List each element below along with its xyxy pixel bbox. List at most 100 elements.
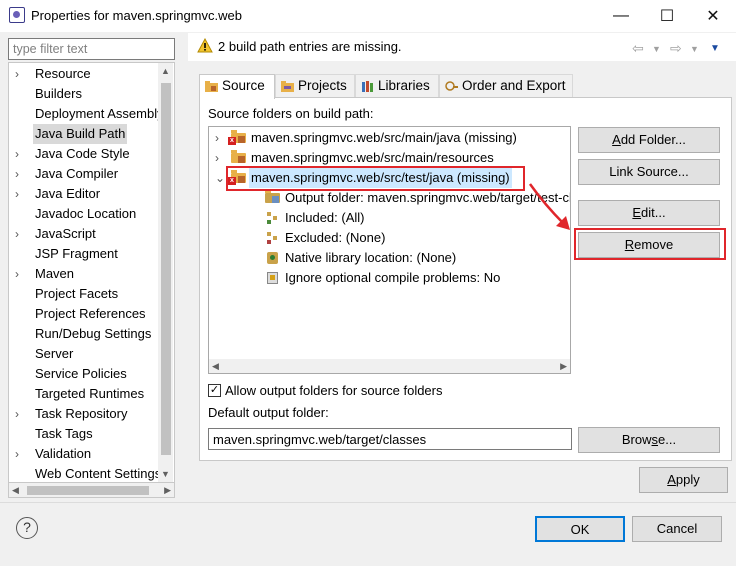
- help-button[interactable]: ?: [16, 517, 38, 539]
- close-button[interactable]: ✕: [690, 0, 736, 32]
- chevron-right-icon[interactable]: ›: [15, 64, 19, 84]
- nav-item[interactable]: › Task Repository: [9, 404, 159, 424]
- filter-input[interactable]: [8, 38, 175, 60]
- chevron-right-icon[interactable]: ›: [215, 128, 227, 148]
- nav-item[interactable]: Java Build Path: [9, 124, 159, 144]
- scroll-right-icon[interactable]: ▶: [164, 485, 171, 496]
- nav-item[interactable]: Deployment Assembly: [9, 104, 164, 124]
- chevron-right-icon[interactable]: ›: [15, 224, 19, 244]
- eclipse-app-icon: [9, 7, 25, 23]
- allow-output-checkbox[interactable]: ✓: [208, 384, 221, 397]
- chevron-right-icon[interactable]: ›: [15, 404, 19, 424]
- nav-item[interactable]: Task Tags: [9, 424, 159, 444]
- tree-horizontal-scrollbar[interactable]: ◀ ▶: [209, 359, 570, 373]
- mnemonic: E: [632, 205, 642, 220]
- source-folder-icon: [205, 81, 218, 92]
- nav-item-label: Validation: [35, 446, 92, 461]
- forward-arrow-icon[interactable]: ⇨: [670, 40, 682, 57]
- browse-button[interactable]: Browse...: [578, 427, 720, 453]
- edit-button[interactable]: Edit...: [578, 200, 720, 226]
- add-folder-button[interactable]: Add Folder...: [578, 127, 720, 153]
- back-arrow-icon[interactable]: ⇦: [632, 40, 644, 57]
- nav-item[interactable]: Project References: [9, 304, 159, 324]
- source-folder-row[interactable]: › maven.springmvc.web/src/main/resources: [209, 148, 570, 168]
- source-folder-attribute[interactable]: Included: (All): [209, 208, 570, 228]
- nav-item[interactable]: Run/Debug Settings: [9, 324, 159, 344]
- nav-item-label: Task Tags: [35, 426, 93, 441]
- nav-item[interactable]: Project Facets: [9, 284, 159, 304]
- nav-item-label: Targeted Runtimes: [35, 386, 145, 401]
- nav-item[interactable]: Builders: [9, 84, 159, 104]
- nav-item[interactable]: › Maven: [9, 264, 159, 284]
- properties-nav-tree[interactable]: › Resource Builders Deployment Assembly Java…: [8, 62, 175, 483]
- scroll-thumb[interactable]: [27, 486, 149, 495]
- scroll-thumb[interactable]: [161, 83, 171, 455]
- button-label: dd Folder...: [620, 132, 686, 147]
- nav-item-label: Builders: [35, 86, 82, 101]
- chevron-right-icon[interactable]: ›: [215, 148, 227, 168]
- annotation-arrow-icon: [528, 183, 570, 230]
- nav-item[interactable]: › Validation: [9, 444, 159, 464]
- ok-button[interactable]: OK: [535, 516, 625, 542]
- nav-item[interactable]: Targeted Runtimes: [9, 384, 159, 404]
- cancel-button[interactable]: Cancel: [632, 516, 722, 542]
- button-label: e...: [658, 432, 677, 447]
- scroll-left-icon[interactable]: ◀: [212, 361, 219, 372]
- default-output-field[interactable]: [208, 428, 572, 450]
- source-tab-panel: Source folders on build path: › x maven.sp…: [199, 97, 732, 461]
- maximize-button[interactable]: ☐: [644, 0, 690, 32]
- nav-item[interactable]: › Java Compiler: [9, 164, 159, 184]
- warning-icon: [197, 38, 213, 53]
- tab-source[interactable]: Source: [199, 74, 275, 99]
- minimize-button[interactable]: —: [598, 0, 644, 32]
- excluded-icon: [265, 231, 281, 245]
- link-source-button[interactable]: Link Source...: [578, 159, 720, 185]
- nav-item-label: Deployment Assembly: [35, 106, 164, 121]
- nav-item-label: JSP Fragment: [35, 246, 118, 261]
- source-folder-attribute[interactable]: Output folder: maven.springmvc.web/targe…: [209, 188, 570, 208]
- nav-item[interactable]: › Java Code Style: [9, 144, 159, 164]
- nav-item-label: Java Build Path: [33, 124, 128, 144]
- forward-menu-icon[interactable]: ▼: [690, 44, 699, 54]
- tree-row-label: Ignore optional compile problems: No: [285, 270, 501, 285]
- chevron-right-icon[interactable]: ›: [15, 264, 19, 284]
- scroll-down-icon[interactable]: ▼: [161, 469, 170, 479]
- nav-item[interactable]: › Java Editor: [9, 184, 159, 204]
- nav-item-label: Java Editor: [35, 186, 101, 201]
- button-label: dit...: [641, 205, 666, 220]
- view-menu-icon[interactable]: ▼: [710, 43, 720, 54]
- scroll-up-icon[interactable]: ▲: [161, 66, 170, 76]
- nav-item[interactable]: › Resource: [9, 64, 159, 84]
- tab-libraries[interactable]: Libraries: [355, 74, 439, 98]
- source-folder-attribute[interactable]: Excluded: (None): [209, 228, 570, 248]
- tab-projects[interactable]: Projects: [275, 74, 355, 98]
- button-label: Brow: [621, 432, 652, 447]
- ignore-problems-icon: [265, 271, 281, 285]
- chevron-right-icon[interactable]: ›: [15, 144, 19, 164]
- nav-item[interactable]: JSP Fragment: [9, 244, 159, 264]
- nav-vertical-scrollbar[interactable]: ▲ ▼: [158, 63, 173, 482]
- back-menu-icon[interactable]: ▼: [652, 44, 661, 54]
- chevron-right-icon[interactable]: ›: [15, 184, 19, 204]
- nav-item[interactable]: Web Content Settings: [9, 464, 161, 482]
- nav-item[interactable]: Server: [9, 344, 159, 364]
- nav-item[interactable]: › JavaScript: [9, 224, 159, 244]
- nav-item[interactable]: Javadoc Location: [9, 204, 159, 224]
- chevron-right-icon[interactable]: ›: [15, 444, 19, 464]
- source-folder-attribute[interactable]: Ignore optional compile problems: No: [209, 268, 570, 288]
- source-folders-tree[interactable]: › x maven.springmvc.web/src/main/java (mis…: [208, 126, 571, 374]
- apply-button[interactable]: Apply: [639, 467, 728, 493]
- scroll-right-icon[interactable]: ▶: [560, 361, 567, 372]
- source-folder-row[interactable]: › x maven.springmvc.web/src/main/java (mis…: [209, 128, 570, 148]
- highlight-remove-button: [574, 228, 726, 260]
- scroll-left-icon[interactable]: ◀: [12, 485, 19, 496]
- source-folder-attribute[interactable]: Native library location: (None): [209, 248, 570, 268]
- nav-item-label: Service Policies: [35, 366, 127, 381]
- message-bar: 2 build path entries are missing. ⇦ ▼ ⇨ …: [188, 33, 736, 61]
- chevron-right-icon[interactable]: ›: [15, 164, 19, 184]
- nav-item[interactable]: Service Policies: [9, 364, 159, 384]
- tab-order-export[interactable]: Order and Export: [439, 74, 573, 98]
- nav-horizontal-scrollbar[interactable]: ◀ ▶: [8, 483, 175, 498]
- package-folder-icon: [231, 150, 247, 165]
- tree-row-label: Included: (All): [285, 210, 365, 225]
